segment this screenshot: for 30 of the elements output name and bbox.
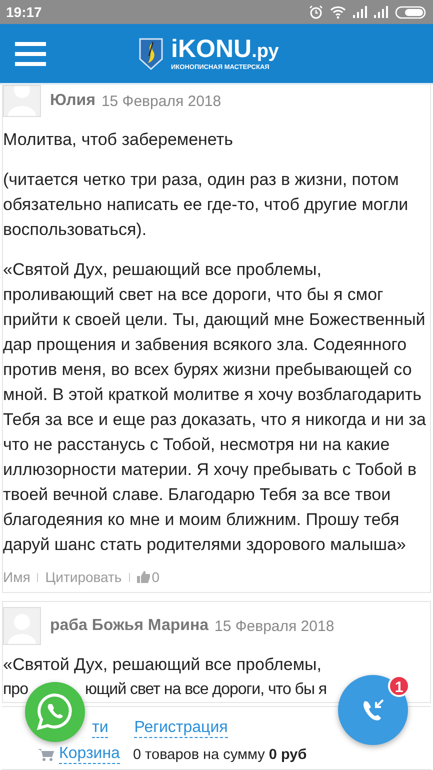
- logo-icon[interactable]: [139, 38, 163, 70]
- signal-icon: [374, 6, 388, 18]
- comment-date: 15 Февраля 2018: [101, 92, 222, 110]
- comment-text: «Святой Дух, решающий все проблемы,: [3, 654, 322, 676]
- footer-link[interactable]: Регистрация: [134, 719, 228, 738]
- comment-text: «Святой Дух, решающий все проблемы, проливающий свет на все дороги, что бы я смог прийти к своей цели. Ты, дающий мне Божественный дар прощения и забвения всякого зла. Содеянного против меня, во всех бурях жизни пребывающей со мной. В этой краткой молитве я хочу возблагодарить Тебя за все и еще раз доказать, что я никогда и ни за что не расстанусь с Тобой, несмотря ни на какие иллюзорности материи. Я хочу пребывать с Тобой в твоей вечной славе. Благодарю Тебя за все твои благодеяния ко мне и моим ближним. Прошу тебя даруй шанс стать родителями здорового малыша»: [3, 259, 427, 556]
- comment-author: Юлия: [50, 92, 96, 110]
- battery-icon: [395, 6, 427, 18]
- comment-text: Молитва, чтоб забеременеть: [3, 129, 234, 151]
- cart-summary: 0 товаров на сумму 0 руб: [132, 746, 307, 762]
- comment-text: про: [3, 680, 28, 700]
- cart-link[interactable]: Корзина: [59, 745, 120, 764]
- footer-link[interactable]: ти: [92, 719, 108, 738]
- status-time: 19:17: [6, 4, 42, 20]
- alarm-icon: [309, 5, 323, 19]
- thumbs-up-icon[interactable]: [136, 570, 151, 584]
- wifi-icon: [330, 6, 346, 18]
- menu-icon[interactable]: [15, 42, 46, 66]
- signal-icon: [353, 6, 367, 18]
- notification-badge: 1: [388, 675, 410, 697]
- cart-icon[interactable]: [38, 748, 54, 761]
- logo-title[interactable]: iKONU.ру: [171, 37, 279, 64]
- phone-icon[interactable]: [338, 675, 408, 745]
- comment-action-link[interactable]: Имя: [3, 569, 30, 585]
- comment-date: 15 Февраля 2018: [214, 618, 334, 634]
- comment-text: ющий свет на все дороги, что бы я: [84, 680, 327, 700]
- comment-author: раба Божья Марина: [50, 617, 209, 635]
- like-count: 0: [152, 569, 160, 585]
- comment-text: (читается четко три раза, один раз в жизни, потом обязательно написать ее где-то, чтоб другие могли воспользоваться).: [3, 169, 410, 241]
- comment-action-link[interactable]: Цитировать: [45, 569, 122, 585]
